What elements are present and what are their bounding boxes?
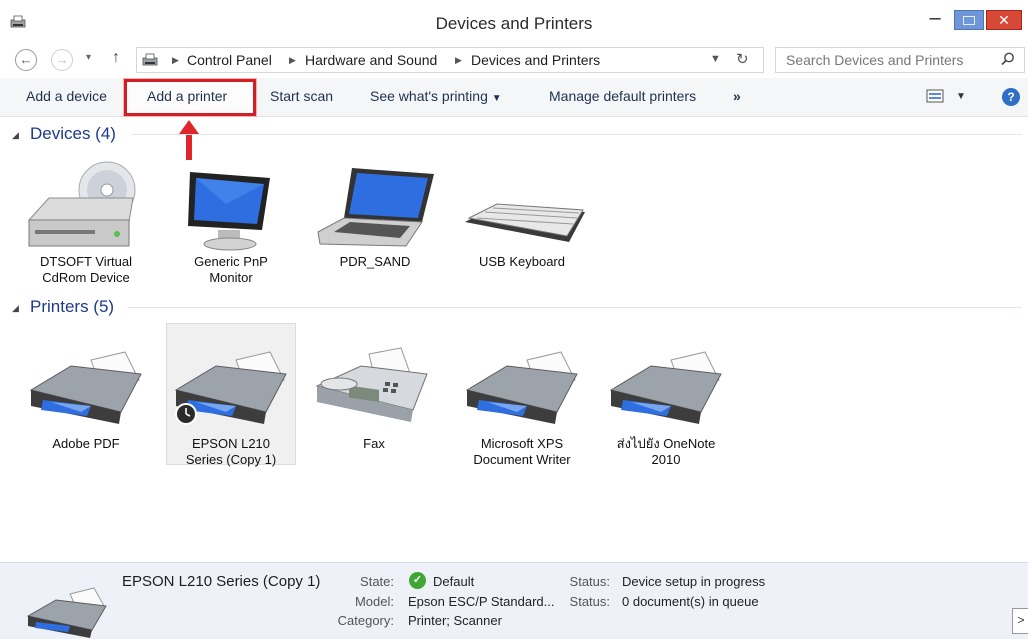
printer-tile-selected[interactable]: EPSON L210 Series (Copy 1) bbox=[166, 340, 296, 468]
search-placeholder[interactable]: Search Devices and Printers bbox=[786, 52, 963, 68]
state-value: Default bbox=[433, 574, 475, 589]
printers-divider bbox=[128, 307, 1022, 308]
device-tile[interactable]: PDR_SAND bbox=[308, 160, 442, 270]
printer-label: Fax bbox=[363, 436, 385, 451]
default-check-icon: ✓ bbox=[409, 572, 426, 589]
red-arrow-annotation-icon bbox=[179, 120, 199, 160]
add-printer-button[interactable]: Add a printer bbox=[147, 88, 227, 104]
printer-icon bbox=[609, 351, 722, 424]
change-view-icon[interactable] bbox=[926, 89, 944, 103]
devices-group-header[interactable]: Devices (4) bbox=[30, 124, 116, 144]
printer-label: EPSON L210 Series (Copy 1) bbox=[185, 436, 277, 467]
back-button[interactable]: ← bbox=[15, 49, 37, 71]
maximize-button[interactable] bbox=[954, 10, 984, 30]
up-arrow-icon[interactable]: ↑ bbox=[112, 49, 120, 67]
printer-label: Adobe PDF bbox=[52, 436, 120, 451]
window-title: Devices and Printers bbox=[435, 14, 593, 33]
device-tile[interactable]: USB Keyboard bbox=[452, 160, 592, 270]
device-tile[interactable]: DTSOFT Virtual CdRom Device bbox=[18, 160, 154, 286]
details-expand-button[interactable]: > bbox=[1012, 608, 1028, 634]
fax-icon bbox=[315, 347, 428, 422]
device-label: DTSOFT Virtual CdRom Device bbox=[40, 254, 132, 285]
printer-tile[interactable]: Microsoft XPS Document Writer bbox=[452, 340, 592, 468]
printers-group-header[interactable]: Printers (5) bbox=[30, 297, 114, 317]
devices-divider bbox=[132, 134, 1022, 135]
keyboard-icon bbox=[465, 203, 585, 242]
category-label: Category: bbox=[337, 613, 394, 628]
state-label: State: bbox=[360, 574, 394, 589]
breadcrumb-separator-icon[interactable]: ▶ bbox=[172, 55, 179, 66]
queue-status-value: 0 document(s) in queue bbox=[622, 594, 759, 609]
printer-icon bbox=[465, 351, 578, 424]
more-commands-button[interactable]: » bbox=[733, 88, 741, 104]
breadcrumb-hardware-and-sound[interactable]: Hardware and Sound bbox=[305, 52, 437, 68]
device-label: PDR_SAND bbox=[339, 254, 411, 269]
close-button[interactable]: ✕ bbox=[986, 10, 1022, 30]
category-value: Printer; Scanner bbox=[408, 613, 502, 628]
printer-label: Microsoft XPS Document Writer bbox=[473, 436, 571, 467]
breadcrumb-control-panel[interactable]: Control Panel bbox=[187, 52, 272, 68]
collapse-devices-icon[interactable]: ◢ bbox=[12, 130, 19, 141]
address-dropdown-icon[interactable]: ▼ bbox=[710, 53, 721, 65]
printer-tile[interactable]: Fax bbox=[306, 340, 442, 452]
minimize-button[interactable]: – bbox=[920, 8, 950, 32]
help-icon[interactable]: ? bbox=[1002, 88, 1020, 106]
refresh-icon[interactable]: ↻ bbox=[736, 50, 749, 68]
printer-tile[interactable]: ส่งไปยัง OneNote 2010 bbox=[598, 340, 734, 468]
see-whats-printing-label: See what's printing bbox=[370, 88, 488, 104]
breadcrumb-separator-icon[interactable]: ▶ bbox=[455, 55, 462, 66]
printer-label: ส่งไปยัง OneNote 2010 bbox=[616, 436, 716, 467]
start-scan-button[interactable]: Start scan bbox=[270, 88, 333, 104]
forward-button[interactable]: → bbox=[51, 49, 73, 71]
device-label: USB Keyboard bbox=[479, 254, 565, 269]
breadcrumb-devices-and-printers[interactable]: Devices and Printers bbox=[471, 52, 600, 68]
monitor-icon bbox=[188, 172, 270, 251]
device-tile[interactable]: Generic PnP Monitor bbox=[164, 160, 298, 286]
laptop-icon bbox=[317, 168, 434, 247]
printer-tile[interactable]: Adobe PDF bbox=[18, 340, 154, 452]
printer-icon bbox=[174, 351, 287, 425]
model-value: Epson ESC/P Standard... bbox=[408, 594, 555, 609]
queue-status-label: Status: bbox=[569, 594, 610, 609]
add-device-button[interactable]: Add a device bbox=[26, 88, 107, 104]
cdrom-drive-icon bbox=[27, 161, 136, 247]
see-whats-printing-button[interactable]: See what's printing ▼ bbox=[370, 88, 502, 104]
search-icon[interactable] bbox=[1000, 51, 1016, 67]
model-label: Model: bbox=[354, 594, 394, 609]
device-label: Generic PnP Monitor bbox=[194, 254, 268, 285]
status-value: Device setup in progress bbox=[622, 574, 766, 589]
dropdown-arrow-icon: ▼ bbox=[491, 93, 502, 104]
selected-printer-icon bbox=[26, 587, 107, 638]
view-options-dropdown-icon[interactable]: ▼ bbox=[956, 91, 966, 102]
status-label: Status: bbox=[569, 574, 610, 589]
details-device-name: EPSON L210 Series (Copy 1) bbox=[122, 573, 321, 590]
printer-icon bbox=[29, 351, 142, 424]
devices-location-icon bbox=[142, 53, 158, 66]
recent-locations-chevron-icon[interactable]: ▾ bbox=[86, 52, 91, 63]
breadcrumb-separator-icon[interactable]: ▶ bbox=[289, 55, 296, 66]
collapse-printers-icon[interactable]: ◢ bbox=[12, 303, 19, 314]
manage-default-printers-button[interactable]: Manage default printers bbox=[549, 88, 696, 104]
